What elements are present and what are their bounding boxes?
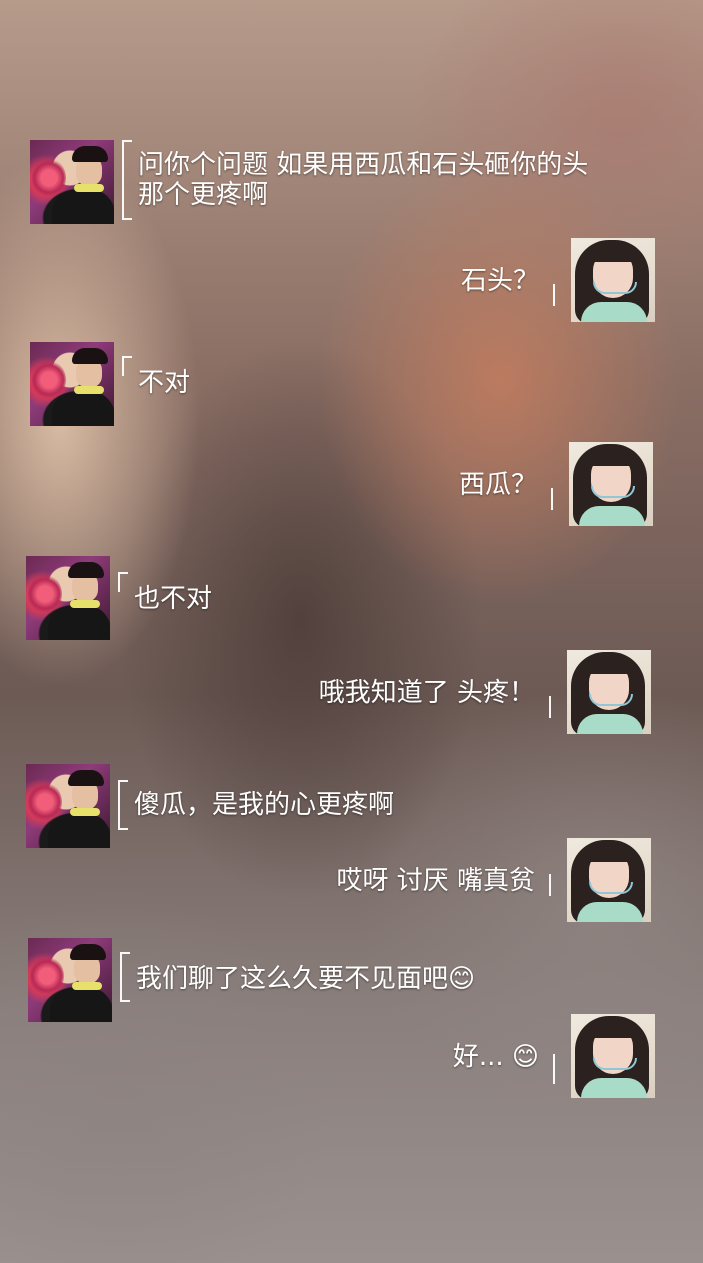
- avatar-hair: [68, 770, 104, 786]
- avatar-bangs: [591, 1024, 635, 1038]
- chat-message-left: 我们聊了这么久要不见面吧😊: [28, 938, 475, 1022]
- sender-avatar[interactable]: [28, 938, 112, 1022]
- avatar-top: [581, 302, 647, 322]
- message-text: 好... 😊: [452, 1042, 539, 1072]
- avatar-top: [577, 714, 643, 734]
- avatar-shirt: [52, 392, 114, 426]
- message-text: 傻瓜，是我的心更疼啊: [134, 790, 395, 820]
- avatar-collar: [70, 808, 100, 816]
- message-bracket: [553, 284, 563, 306]
- chat-message-left: 也不对: [26, 556, 212, 640]
- receiver-avatar[interactable]: [571, 238, 655, 322]
- avatar-hair: [68, 562, 104, 578]
- receiver-avatar[interactable]: [569, 442, 653, 526]
- message-bracket: [549, 696, 559, 718]
- avatar-shirt: [52, 190, 114, 224]
- message-bracket: [553, 1054, 563, 1084]
- chat-message-right: 哎呀 讨厌 嘴真贫: [336, 838, 651, 922]
- flower-decoration: [32, 360, 66, 400]
- avatar-collar: [70, 600, 100, 608]
- avatar-collar: [74, 184, 104, 192]
- avatar-bangs: [587, 660, 631, 674]
- avatar-mask: [593, 1058, 637, 1070]
- avatar-hair: [72, 348, 108, 364]
- flower-decoration: [28, 782, 62, 822]
- avatar-bangs: [589, 452, 633, 466]
- avatar-collar: [74, 386, 104, 394]
- message-text: 哦我知道了 头疼！: [318, 678, 535, 708]
- chat-message-right: 石头？: [461, 238, 655, 322]
- chat-message-right: 西瓜？: [459, 442, 653, 526]
- avatar-bangs: [587, 848, 631, 862]
- avatar-hair: [70, 944, 106, 960]
- receiver-avatar[interactable]: [571, 1014, 655, 1098]
- message-bracket: [549, 874, 559, 896]
- avatar-mask: [591, 486, 635, 498]
- avatar-shirt: [50, 988, 112, 1022]
- message-bracket: [118, 572, 128, 592]
- chat-message-right: 好... 😊: [453, 1014, 655, 1098]
- chat-message-left: 问你个问题 如果用西瓜和石头砸你的头 那个更疼啊: [30, 140, 588, 224]
- message-bracket: [120, 952, 130, 1002]
- avatar-hair: [72, 146, 108, 162]
- message-text: 问你个问题 如果用西瓜和石头砸你的头 那个更疼啊: [138, 150, 589, 210]
- avatar-bangs: [591, 248, 635, 262]
- flower-decoration: [30, 956, 64, 996]
- avatar-mask: [593, 282, 637, 294]
- avatar-shirt: [48, 814, 110, 848]
- avatar-top: [581, 1078, 647, 1098]
- message-bracket: [551, 488, 561, 510]
- chat-message-left: 不对: [30, 342, 190, 426]
- message-text: 不对: [138, 368, 191, 398]
- sender-avatar[interactable]: [30, 140, 114, 224]
- avatar-mask: [589, 694, 633, 706]
- message-bracket: [122, 140, 132, 220]
- receiver-avatar[interactable]: [567, 650, 651, 734]
- flower-decoration: [28, 574, 62, 614]
- receiver-avatar[interactable]: [567, 838, 651, 922]
- avatar-top: [577, 902, 643, 922]
- message-text: 西瓜？: [458, 470, 537, 500]
- message-text: 我们聊了这么久要不见面吧😊: [136, 964, 476, 994]
- sender-avatar[interactable]: [26, 556, 110, 640]
- sender-avatar[interactable]: [30, 342, 114, 426]
- chat-message-left: 傻瓜，是我的心更疼啊: [26, 764, 394, 848]
- sender-avatar[interactable]: [26, 764, 110, 848]
- avatar-shirt: [48, 606, 110, 640]
- chat-message-right: 哦我知道了 头疼！: [319, 650, 651, 734]
- avatar-mask: [589, 882, 633, 894]
- flower-decoration: [32, 158, 66, 198]
- message-bracket: [122, 356, 132, 376]
- avatar-top: [579, 506, 645, 526]
- message-bracket: [118, 780, 128, 830]
- avatar-collar: [72, 982, 102, 990]
- message-text: 也不对: [134, 584, 213, 614]
- message-text: 石头？: [460, 266, 539, 296]
- message-text: 哎呀 讨厌 嘴真贫: [336, 866, 535, 896]
